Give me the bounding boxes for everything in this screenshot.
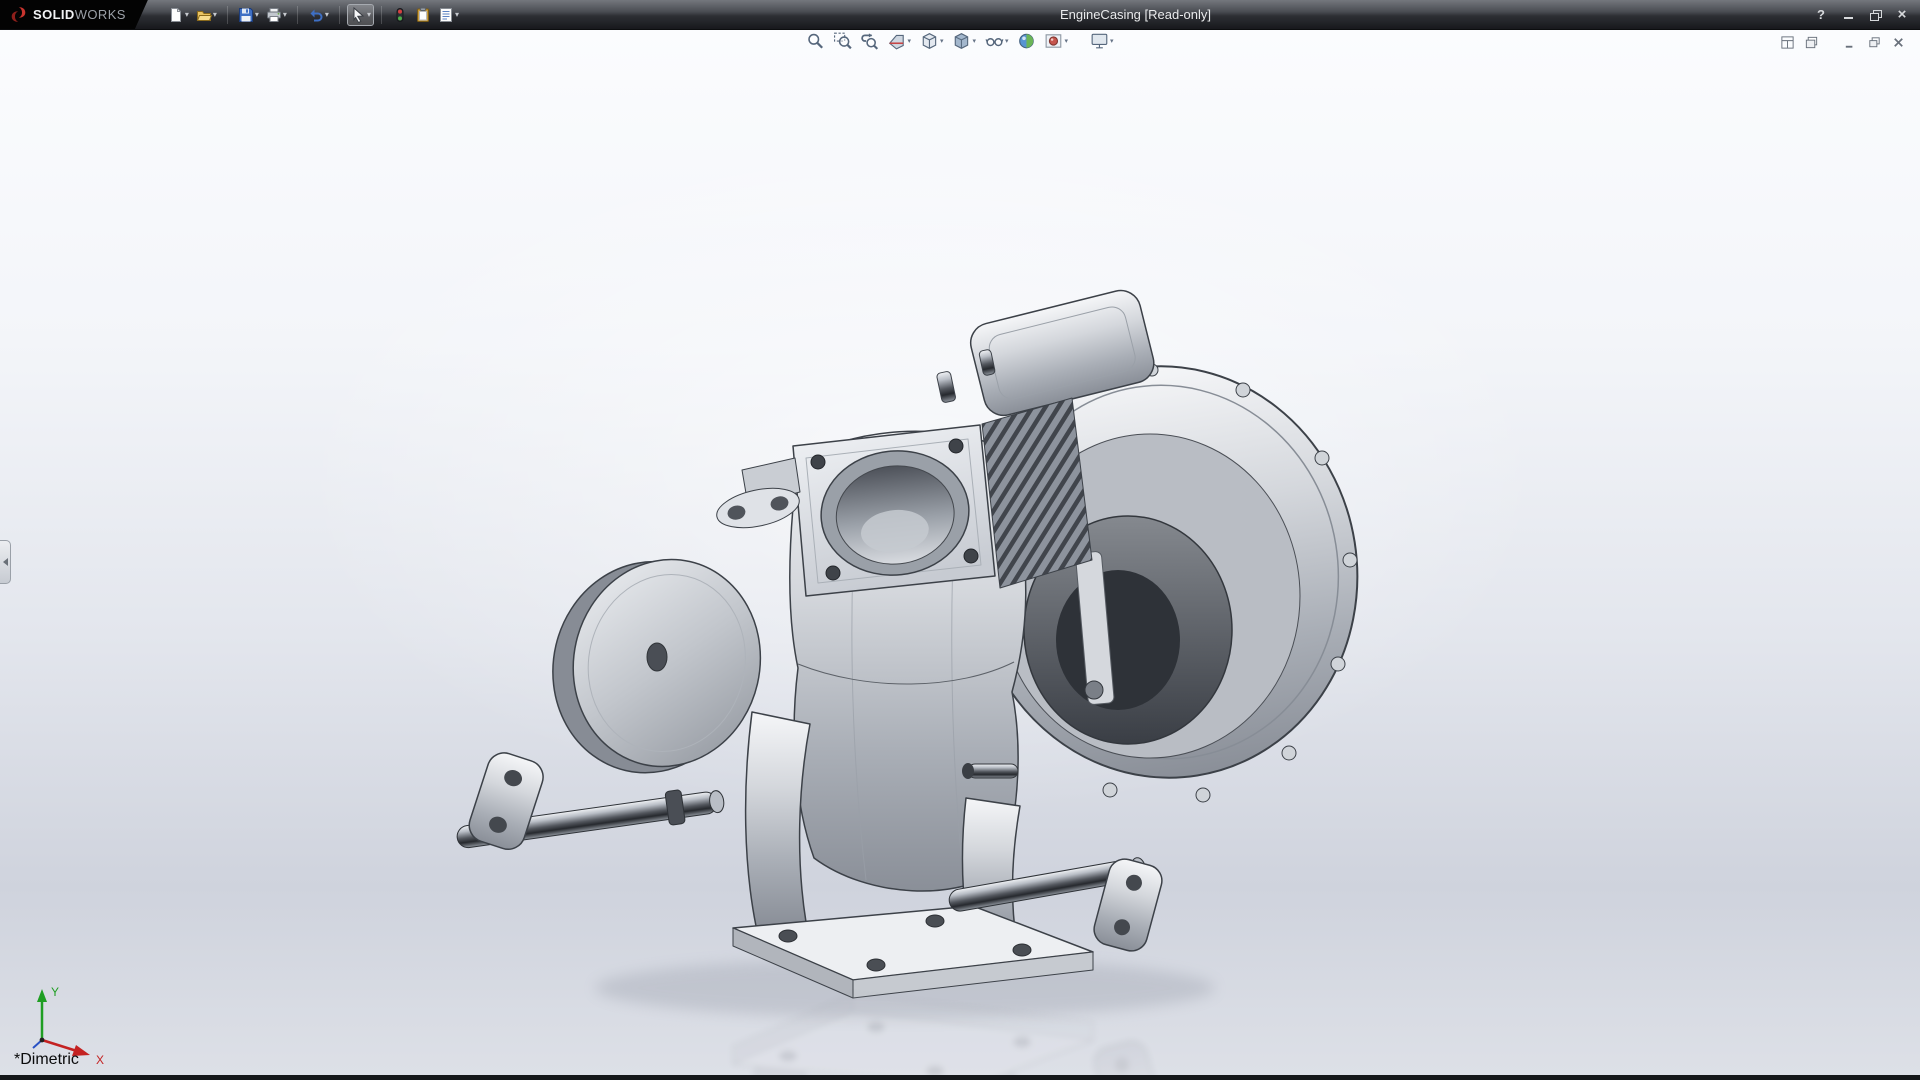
clipboard-icon	[415, 7, 431, 23]
brand-works: WORKS	[74, 7, 126, 22]
view-settings-button[interactable]: ▾	[1089, 31, 1115, 51]
save-icon	[238, 7, 254, 23]
select-icon	[350, 6, 366, 23]
save-button[interactable]: ▾	[236, 5, 261, 25]
clipboard-button[interactable]	[413, 5, 433, 25]
toolbar-separator	[226, 5, 228, 24]
options-dropdown-caret-icon[interactable]: ▾	[455, 10, 459, 19]
selection-filter-icon	[392, 7, 408, 23]
tile-window-button[interactable]	[1779, 34, 1796, 51]
print-button[interactable]: ▾	[264, 5, 289, 25]
undo-dropdown-caret-icon[interactable]: ▾	[325, 10, 329, 19]
zoom-to-area-button[interactable]	[832, 31, 852, 51]
document-title: EngineCasing [Read-only]	[1059, 7, 1211, 22]
display-style-dropdown-caret-icon[interactable]: ▾	[972, 38, 976, 45]
section-view-icon	[887, 32, 905, 50]
solidworks-brand: SOLIDWORKS	[0, 0, 148, 29]
view-orientation-button[interactable]: ▾	[919, 31, 945, 51]
window-controls: ? ×	[1810, 5, 1920, 24]
document-window-controls	[1779, 34, 1907, 51]
doc-minimize-button[interactable]	[1842, 34, 1859, 51]
undo-icon	[308, 7, 324, 23]
3d-model-canvas[interactable]	[0, 0, 1920, 1080]
restore-icon	[1869, 9, 1882, 21]
minimize-icon	[1843, 10, 1853, 19]
view-orientation-dropdown-caret-icon[interactable]: ▾	[940, 38, 944, 45]
doc-restore-button[interactable]	[1866, 34, 1883, 51]
section-view-button[interactable]: ▾	[886, 31, 912, 51]
previous-view-button[interactable]	[859, 31, 879, 51]
toolbar-separator	[380, 5, 382, 24]
toolbar-separator	[338, 5, 340, 24]
hide-show-items-button[interactable]: ▾	[984, 31, 1010, 51]
cascade-window-button[interactable]	[1803, 34, 1820, 51]
collapse-arrow-icon	[2, 558, 8, 566]
heads-up-toolbar: ▾ ▾ ▾ ▾ ▾ ▾	[805, 31, 1114, 51]
selection-filter-button[interactable]	[390, 5, 410, 25]
open-icon	[196, 7, 212, 23]
toolbar-separator	[296, 5, 298, 24]
status-bar	[0, 1075, 1920, 1080]
doc-minimize-icon	[1843, 35, 1858, 50]
apply-scene-button[interactable]: ▾	[1044, 31, 1070, 51]
engine-model	[456, 289, 1359, 999]
doc-close-button[interactable]	[1890, 34, 1907, 51]
title-bar: SOLIDWORKS ▾ ▾ ▾ ▾ ▾ ▾ ▾ EngineCasing [Read-on…	[0, 0, 1920, 30]
view-orientation-label: *Dimetric	[14, 1051, 79, 1068]
display-style-icon	[952, 32, 970, 50]
print-icon	[266, 7, 282, 23]
open-button[interactable]: ▾	[194, 5, 219, 25]
view-settings-dropdown-caret-icon[interactable]: ▾	[1110, 38, 1114, 45]
select-dropdown-caret-icon[interactable]: ▾	[367, 10, 371, 19]
restore-button[interactable]	[1864, 5, 1886, 24]
edit-appearance-icon	[1018, 32, 1036, 50]
model-reflection	[453, 993, 1388, 1080]
main-toolbar: ▾ ▾ ▾ ▾ ▾ ▾ ▾	[166, 3, 461, 26]
minimize-button[interactable]	[1837, 5, 1859, 24]
open-dropdown-caret-icon[interactable]: ▾	[213, 10, 217, 19]
triad-y-label: Y	[51, 985, 59, 999]
doc-restore-icon	[1867, 35, 1882, 50]
options-button[interactable]: ▾	[436, 5, 461, 25]
save-dropdown-caret-icon[interactable]: ▾	[255, 10, 259, 19]
help-button[interactable]: ?	[1810, 5, 1832, 24]
hide-show-items-icon	[985, 32, 1003, 50]
print-dropdown-caret-icon[interactable]: ▾	[283, 10, 287, 19]
select-button[interactable]: ▾	[346, 3, 374, 26]
tile-window-icon	[1780, 35, 1795, 50]
zoom-to-fit-icon	[806, 32, 824, 50]
section-view-dropdown-caret-icon[interactable]: ▾	[907, 38, 911, 45]
apply-scene-icon	[1045, 32, 1063, 50]
new-document-dropdown-caret-icon[interactable]: ▾	[185, 10, 189, 19]
solidworks-logo-icon	[10, 6, 27, 23]
undo-button[interactable]: ▾	[306, 5, 331, 25]
new-document-icon	[168, 7, 184, 23]
new-document-button[interactable]: ▾	[166, 5, 191, 25]
zoom-to-fit-button[interactable]	[805, 31, 825, 51]
triad-x-label: X	[96, 1053, 104, 1067]
apply-scene-dropdown-caret-icon[interactable]: ▾	[1065, 38, 1069, 45]
panel-collapse-handle[interactable]	[0, 540, 11, 584]
options-icon	[438, 7, 454, 23]
brand-text: SOLIDWORKS	[33, 7, 126, 22]
view-orientation-icon	[920, 32, 938, 50]
display-style-button[interactable]: ▾	[951, 31, 977, 51]
brand-solid: SOLID	[33, 7, 75, 22]
previous-view-icon	[860, 32, 879, 50]
close-button[interactable]: ×	[1891, 5, 1913, 24]
cascade-window-icon	[1804, 35, 1819, 50]
hide-show-items-dropdown-caret-icon[interactable]: ▾	[1005, 38, 1009, 45]
zoom-to-area-icon	[833, 32, 852, 50]
edit-appearance-button[interactable]	[1017, 31, 1037, 51]
doc-close-icon	[1891, 35, 1906, 50]
view-settings-icon	[1090, 32, 1108, 50]
